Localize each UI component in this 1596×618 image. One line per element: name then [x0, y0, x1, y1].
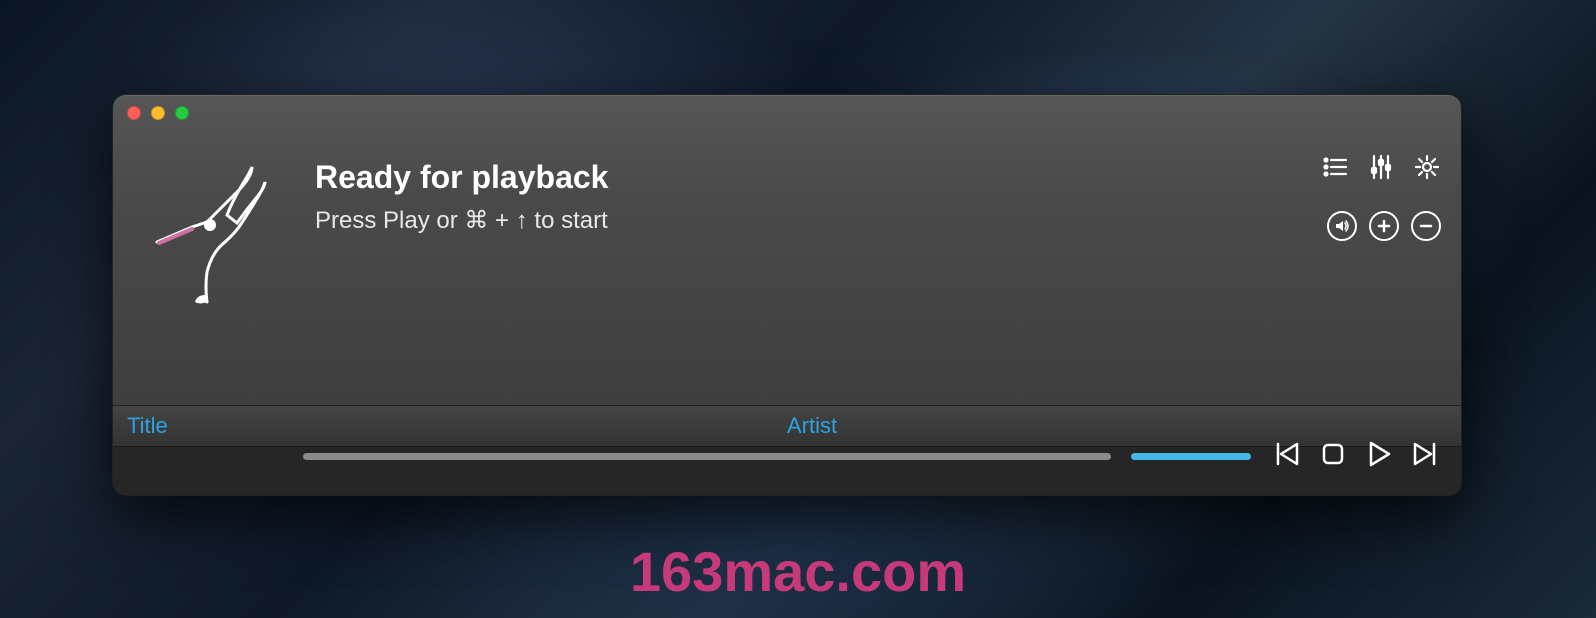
player-window: Ready for playback Press Play or ⌘ + ↑ t…: [112, 94, 1462, 496]
previous-button[interactable]: [1271, 438, 1303, 475]
column-title[interactable]: Title: [127, 413, 787, 439]
close-button[interactable]: [127, 106, 141, 120]
column-artist[interactable]: Artist: [787, 413, 1447, 439]
player-info: Ready for playback Press Play or ⌘ + ↑ t…: [307, 131, 1443, 391]
stop-button[interactable]: [1317, 438, 1349, 475]
equalizer-icon[interactable]: [1367, 153, 1395, 186]
playback-title: Ready for playback: [315, 159, 1443, 196]
next-button[interactable]: [1409, 438, 1441, 475]
minimize-button[interactable]: [151, 106, 165, 120]
transport-controls: [1271, 438, 1441, 475]
top-toolbar: [1321, 153, 1441, 186]
titlebar: [113, 95, 1461, 131]
remove-button[interactable]: [1411, 211, 1441, 241]
add-button[interactable]: [1369, 211, 1399, 241]
settings-icon[interactable]: [1413, 153, 1441, 186]
player-top-section: Ready for playback Press Play or ⌘ + ↑ t…: [113, 131, 1461, 405]
play-button[interactable]: [1363, 438, 1395, 475]
hummingbird-icon: [137, 147, 307, 317]
controls-row: [303, 438, 1441, 475]
volume-icon[interactable]: [1327, 211, 1357, 241]
volume-zoom-controls: [1327, 211, 1441, 241]
watermark-text: 163mac.com: [630, 539, 966, 604]
volume-slider[interactable]: [1131, 453, 1251, 460]
fullscreen-button[interactable]: [175, 106, 189, 120]
playback-subtitle: Press Play or ⌘ + ↑ to start: [315, 206, 1443, 235]
album-art: [137, 147, 307, 317]
playlist-icon[interactable]: [1321, 153, 1349, 186]
progress-bar[interactable]: [303, 453, 1111, 460]
